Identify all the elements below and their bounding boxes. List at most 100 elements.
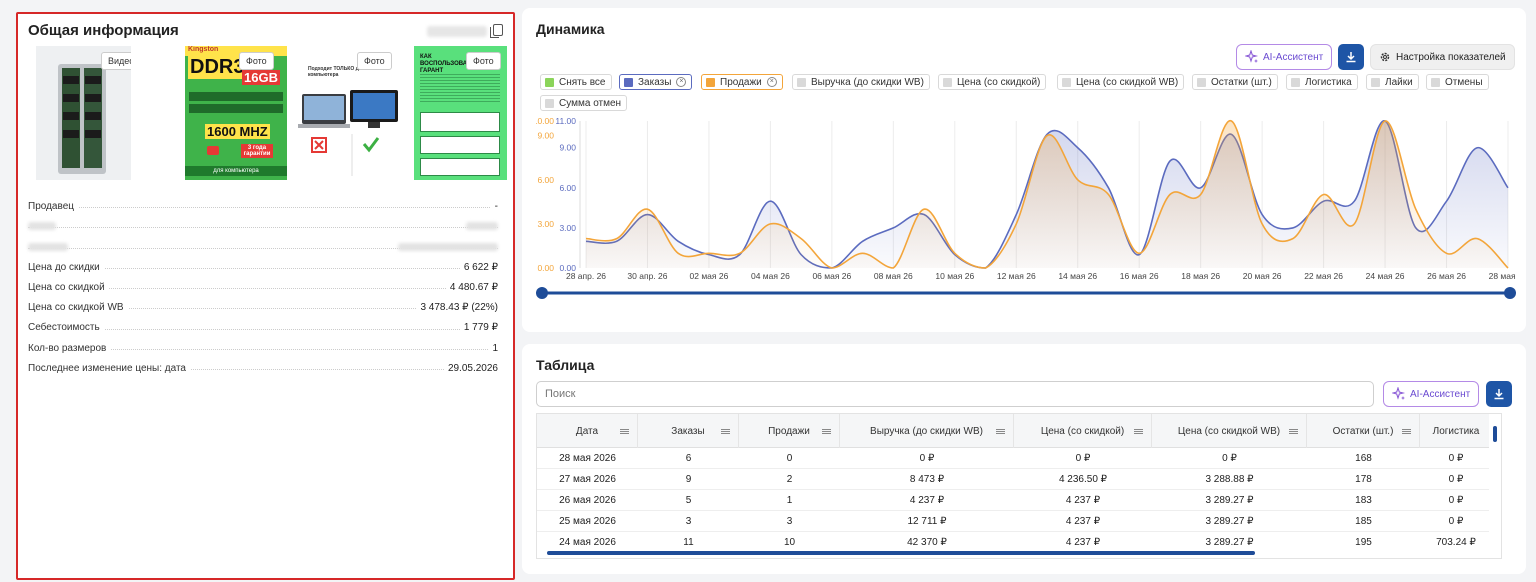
download-icon bbox=[1494, 389, 1504, 400]
media-thumb-howto[interactable]: КАК ВОСПОЛЬЗОВАТЬСЯ ГАРАНТ Фото bbox=[414, 46, 507, 180]
range-slider-handle[interactable] bbox=[536, 287, 548, 299]
chip-label: Выручка (до скидки WB) bbox=[811, 76, 924, 88]
table-cell: 0 ₽ bbox=[919, 453, 935, 464]
column-menu-icon[interactable] bbox=[1289, 429, 1298, 434]
vertical-scrollbar[interactable] bbox=[1489, 414, 1501, 558]
table-cell: 4 237 ₽ bbox=[1065, 516, 1101, 527]
scrollbar-thumb[interactable] bbox=[1493, 426, 1497, 442]
x-tick-label: 04 мая 26 bbox=[751, 271, 790, 281]
table-cell: 5 bbox=[685, 495, 692, 506]
chip-orders[interactable]: Заказы × bbox=[619, 74, 693, 90]
prop-value: 29.05.2026 bbox=[443, 363, 498, 375]
table-cell: 3 289.27 ₽ bbox=[1205, 495, 1254, 506]
column-header[interactable]: Выручка (до скидки WB) bbox=[840, 414, 1014, 448]
copy-icon[interactable] bbox=[490, 24, 503, 38]
table-row[interactable]: 27 мая 2026 9 2 8 473 ₽ 4 236.50 ₽ 3 288.88 ₽… bbox=[537, 469, 1501, 490]
download-button[interactable] bbox=[1486, 381, 1512, 407]
y-left-tick-label: 0.00 bbox=[537, 263, 554, 273]
column-header[interactable]: Остатки (шт.) bbox=[1307, 414, 1420, 448]
y-left-tick-label: 6.00 bbox=[537, 175, 554, 185]
table-cell: 12 711 ₽ bbox=[907, 516, 947, 527]
usage-label: для компьютера bbox=[185, 166, 287, 176]
freq-label: 1600 MHZ bbox=[205, 124, 270, 139]
x-tick-label: 20 мая 26 bbox=[1243, 271, 1282, 281]
indicator-settings-button[interactable]: Настройка показателей bbox=[1370, 44, 1515, 70]
column-menu-icon[interactable] bbox=[1402, 429, 1411, 434]
ddr-label: DDR3 bbox=[188, 56, 247, 79]
chip-likes[interactable]: Лайки bbox=[1366, 74, 1419, 90]
table-cell: 185 bbox=[1355, 516, 1372, 527]
table-row[interactable]: 25 мая 2026 3 3 12 711 ₽ 4 237 ₽ 3 289.27 ₽ 18… bbox=[537, 511, 1501, 532]
scrollbar-thumb[interactable] bbox=[547, 551, 1255, 555]
table-cell: 168 bbox=[1355, 453, 1372, 464]
chip-swatch bbox=[1371, 77, 1380, 87]
column-header-label: Цена (со скидкой) bbox=[1040, 425, 1125, 437]
chip-swatch bbox=[943, 77, 952, 87]
prop-label: Цена со скидкой bbox=[28, 281, 109, 293]
close-icon[interactable]: × bbox=[676, 77, 687, 87]
download-icon bbox=[1346, 52, 1356, 63]
x-tick-label: 24 мая 26 bbox=[1366, 271, 1405, 281]
close-icon[interactable]: × bbox=[766, 77, 777, 87]
column-header[interactable]: Цена (со скидкой) bbox=[1014, 414, 1152, 448]
chip-label: Сумма отмен bbox=[559, 97, 622, 109]
chip-swatch bbox=[624, 77, 633, 87]
table-row[interactable]: 26 мая 2026 5 1 4 237 ₽ 4 237 ₽ 3 289.27 ₽ 183… bbox=[537, 490, 1501, 511]
table-cell: 3 289.27 ₽ bbox=[1205, 516, 1254, 527]
chip-sales[interactable]: Продажи × bbox=[701, 74, 783, 90]
chip-price-wb[interactable]: Цена (со скидкой WB) bbox=[1057, 74, 1185, 90]
prop-label: Последнее изменение цены: дата bbox=[28, 363, 190, 375]
column-header[interactable]: Заказы bbox=[638, 414, 739, 448]
table-cell: 4 236.50 ₽ bbox=[1058, 474, 1108, 485]
table-cell: 0 ₽ bbox=[1448, 516, 1464, 527]
horizontal-scrollbar[interactable] bbox=[537, 548, 1501, 558]
table-cell: 26 мая 2026 bbox=[559, 495, 616, 506]
media-thumb-ddr3[interactable]: Kingston DDR3 16GB 1600 MHZ 3 года гаран… bbox=[185, 46, 287, 180]
chip-stock[interactable]: Остатки (шт.) bbox=[1192, 74, 1278, 90]
column-header[interactable]: Цена (со скидкой WB) bbox=[1152, 414, 1307, 448]
chip-swatch bbox=[1062, 77, 1071, 87]
column-header[interactable]: Дата bbox=[537, 414, 638, 448]
y-right-tick-label: 11.00 bbox=[555, 116, 576, 126]
indicator-settings-label: Настройка показателей bbox=[1396, 51, 1506, 63]
chip-revenue[interactable]: Выручка (до скидки WB) bbox=[792, 74, 930, 90]
prop-row-price-discount: Цена со скидкой 4 480.67 ₽ bbox=[28, 277, 498, 297]
chip-cancel-sum[interactable]: Сумма отмен bbox=[540, 95, 628, 111]
download-button[interactable] bbox=[1338, 44, 1364, 70]
table-cell: 183 bbox=[1355, 495, 1372, 506]
search-input[interactable] bbox=[536, 381, 1374, 407]
column-header-label: Остатки (шт.) bbox=[1332, 425, 1394, 437]
chip-logistics[interactable]: Логистика bbox=[1286, 74, 1358, 90]
column-header[interactable]: Логистика bbox=[1420, 414, 1492, 448]
column-menu-icon[interactable] bbox=[1134, 429, 1143, 434]
y-right-tick-label: 0.00 bbox=[559, 263, 576, 273]
column-menu-icon[interactable] bbox=[620, 429, 629, 434]
general-info-panel: Общая информация Видео bbox=[16, 12, 515, 580]
media-thumb-compat[interactable]: Подходит ТОЛЬКО для компьютера Фото bbox=[298, 46, 408, 180]
prop-label: Кол-во размеров bbox=[28, 342, 111, 354]
sparkle-icon bbox=[1245, 50, 1259, 63]
media-thumb-video[interactable]: Видео bbox=[36, 46, 131, 180]
prop-row-price-wb: Цена со скидкой WB 3 478.43 ₽ (22%) bbox=[28, 297, 498, 317]
x-tick-label: 30 апр. 26 bbox=[627, 271, 667, 281]
range-slider-handle[interactable] bbox=[1504, 287, 1516, 299]
column-menu-icon[interactable] bbox=[996, 429, 1005, 434]
chip-clear-all[interactable]: Снять все bbox=[540, 74, 612, 90]
media-badge: Видео bbox=[101, 52, 131, 70]
table-row[interactable]: 28 мая 2026 6 0 0 ₽ 0 ₽ 0 ₽ 168 0 ₽ bbox=[537, 448, 1501, 469]
ai-assistant-button[interactable]: AI-Ассистент bbox=[1383, 381, 1480, 407]
column-header[interactable]: Продажи bbox=[739, 414, 840, 448]
prop-label: Продавец bbox=[28, 200, 78, 212]
chip-swatch bbox=[797, 77, 806, 87]
chip-label: Заказы bbox=[638, 76, 672, 88]
chip-price-discount[interactable]: Цена (со скидкой) bbox=[938, 74, 1047, 90]
column-menu-icon[interactable] bbox=[721, 429, 730, 434]
column-menu-icon[interactable] bbox=[822, 429, 831, 434]
table-cell: 8 473 ₽ bbox=[909, 474, 945, 485]
table-cell: 3 288.88 ₽ bbox=[1205, 474, 1254, 485]
ai-assistant-button[interactable]: AI-Ассистент bbox=[1236, 44, 1333, 70]
brand-label: Kingston bbox=[188, 46, 219, 53]
x-tick-label: 18 мая 26 bbox=[1181, 271, 1220, 281]
chip-label: Снять все bbox=[559, 76, 606, 88]
chip-cancellations[interactable]: Отмены bbox=[1426, 74, 1489, 90]
